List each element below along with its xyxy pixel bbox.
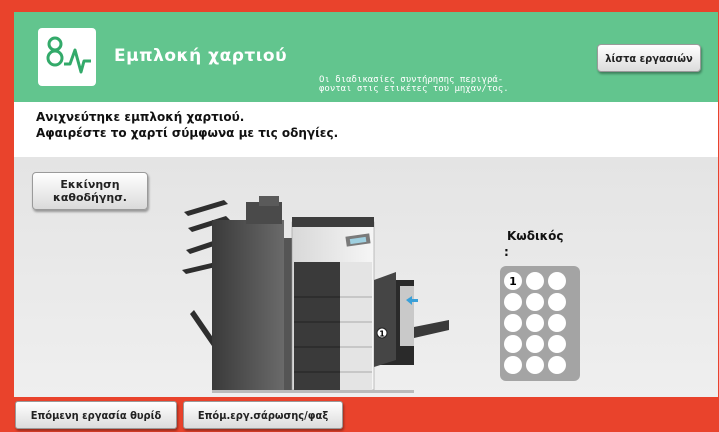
- screen: Εμπλοκή χαρτιού Οι διαδικασίες συντήρηση…: [14, 12, 718, 397]
- panel-frame: Εμπλοκή χαρτιού Οι διαδικασίες συντήρηση…: [0, 0, 719, 432]
- start-guidance-button[interactable]: Εκκίνηση καθοδήγησ.: [32, 172, 148, 210]
- key: [504, 335, 522, 353]
- job-list-button[interactable]: λίστα εργασιών: [597, 44, 701, 72]
- key-highlighted: 1: [504, 272, 522, 290]
- key: [526, 356, 544, 374]
- key: [548, 356, 566, 374]
- key: [548, 293, 566, 311]
- machine-illustration: 1: [182, 196, 449, 393]
- remove-paper-instruction: Αφαιρέστε το χαρτί σύμφωνα με τις οδηγίε…: [36, 126, 339, 140]
- key: [548, 314, 566, 332]
- key: [526, 335, 544, 353]
- jam-location-marker: 1: [379, 330, 385, 339]
- next-job-door-button[interactable]: Επόμενη εργασία θυρίδ: [15, 401, 177, 429]
- code-colon: :: [504, 245, 509, 259]
- page-title: Εμπλοκή χαρτιού: [114, 46, 288, 66]
- jam-guide-area: Εκκίνηση καθοδήγησ. 1 Κωδικός: 1: [14, 157, 718, 397]
- code-label: Κωδικός: [507, 229, 564, 243]
- jam-detected-message: Ανιχνεύτηκε εμπλοκή χαρτιού.: [36, 110, 245, 124]
- key: [504, 314, 522, 332]
- guidance-label-2: καθοδήγησ.: [53, 191, 127, 204]
- key: [526, 272, 544, 290]
- next-scan-fax-job-button[interactable]: Επόμ.εργ.σάρωσης/φαξ: [183, 401, 343, 429]
- key: [548, 272, 566, 290]
- notice-line-2: φονται στις ετικέτες του μηχαν/τος.: [319, 84, 509, 94]
- key: [504, 356, 522, 374]
- maintenance-notice: Οι διαδικασίες συντήρησης περιγρά- φοντα…: [319, 76, 619, 94]
- key: [526, 293, 544, 311]
- guidance-label-1: Εκκίνηση: [60, 178, 120, 191]
- key: [504, 293, 522, 311]
- jam-code-keypad: 1: [500, 266, 580, 381]
- header-bar: Εμπλοκή χαρτιού Οι διαδικασίες συντήρηση…: [14, 12, 718, 102]
- message-area: Ανιχνεύτηκε εμπλοκή χαρτιού. Αφαιρέστε τ…: [14, 102, 718, 157]
- key: [526, 314, 544, 332]
- key: [548, 335, 566, 353]
- paper-jam-icon: [38, 28, 96, 86]
